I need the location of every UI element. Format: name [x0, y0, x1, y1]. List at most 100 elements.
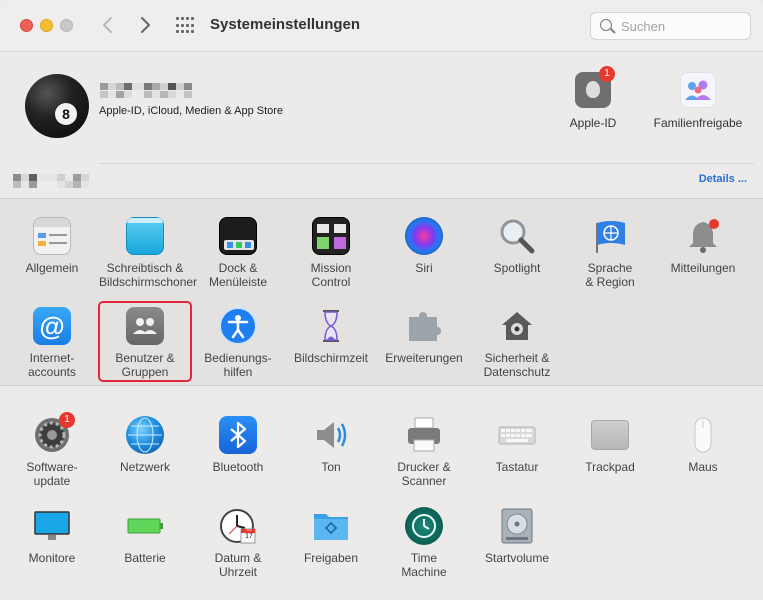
flag-globe-icon	[591, 217, 629, 255]
pane-label: Mitteilungen	[670, 261, 736, 275]
account-header: 8 Apple-ID, iCloud, Medien & App Store 1…	[0, 53, 763, 198]
apple-logo-icon: 1	[575, 66, 615, 108]
pane-mission-control[interactable]: Mission Control	[285, 217, 377, 289]
zoom-window-button[interactable]	[60, 19, 73, 32]
pane-label: Internet- accounts	[27, 351, 77, 379]
redacted-account-name	[100, 83, 192, 90]
apple-id-label: Apple-ID	[569, 116, 617, 130]
notification-badge: 1	[599, 66, 615, 82]
redacted-info-text-2	[13, 181, 89, 188]
family-sharing-label: Familienfreigabe	[653, 116, 743, 130]
pane-notifications[interactable]: Mitteilungen	[657, 217, 749, 275]
trackpad-icon	[591, 420, 629, 450]
time-machine-icon	[405, 507, 443, 545]
mouse-icon	[684, 416, 722, 454]
pane-time-machine[interactable]: Time Machine	[378, 507, 470, 579]
account-subtitle: Apple-ID, iCloud, Medien & App Store	[99, 105, 284, 117]
pane-date-time[interactable]: JUL 17 Datum & Uhrzeit	[192, 507, 284, 579]
pane-mouse[interactable]: Maus	[657, 416, 749, 474]
pane-keyboard[interactable]: Tastatur	[471, 416, 563, 474]
hard-drive-icon	[498, 507, 536, 545]
redacted-account-name-2	[100, 91, 192, 98]
pane-siri[interactable]: Siri	[378, 217, 470, 275]
pane-label: Dock & Menüleiste	[208, 261, 268, 289]
pane-label: Schreibtisch & Bildschirmschoner	[99, 261, 198, 289]
pane-desktop[interactable]: Schreibtisch & Bildschirmschoner	[99, 217, 198, 289]
pane-label: Freigaben	[303, 551, 359, 565]
pane-label: Batterie	[124, 551, 166, 565]
pane-accessibility[interactable]: Bedienungs- hilfen	[192, 307, 284, 379]
gear-icon: 1	[33, 412, 75, 454]
pane-battery[interactable]: Batterie	[99, 507, 191, 565]
pane-label: Allgemein	[25, 261, 79, 275]
pane-label: Time Machine	[401, 551, 447, 579]
calendar-day: 17	[245, 533, 253, 540]
forward-button[interactable]	[133, 13, 157, 37]
house-lock-icon	[498, 307, 536, 345]
pane-internet-accounts[interactable]: @ Internet- accounts	[6, 307, 98, 379]
pane-displays[interactable]: Monitore	[6, 507, 98, 565]
pane-dock[interactable]: Dock & Menüleiste	[192, 217, 284, 289]
bluetooth-icon	[219, 416, 257, 454]
pane-startup-disk[interactable]: Startvolume	[471, 507, 563, 565]
pane-label: Erweiterungen	[385, 351, 463, 365]
back-button[interactable]	[96, 13, 120, 37]
keyboard-icon	[498, 416, 536, 454]
personal-prefs-section: Allgemein Schreibtisch & Bildschirmschon…	[0, 198, 763, 386]
calendar-month: JUL	[246, 528, 252, 532]
hardware-prefs-section: 1 Software- update Netzwerk Bluetooth To…	[0, 387, 763, 600]
selection-highlight	[98, 301, 192, 382]
system-preferences-window: Systemeinstellungen 8 Apple-ID, iCloud, …	[0, 0, 763, 600]
pane-language-region[interactable]: Sprache & Region	[564, 217, 656, 289]
details-link[interactable]: Details ...	[699, 173, 747, 185]
pane-label: Datum & Uhrzeit	[214, 551, 262, 579]
pane-label: Mission Control	[310, 261, 352, 289]
pane-sound[interactable]: Ton	[285, 416, 377, 474]
at-sign-icon: @	[33, 307, 71, 345]
pane-extensions[interactable]: Erweiterungen	[378, 307, 470, 365]
pane-allgemein[interactable]: Allgemein	[6, 217, 98, 275]
general-window-icon	[33, 217, 71, 255]
shared-folder-icon	[312, 507, 350, 545]
search-field[interactable]	[590, 12, 751, 40]
mission-control-icon	[312, 217, 350, 255]
pane-printers-scanners[interactable]: Drucker & Scanner	[378, 416, 470, 488]
notification-badge: 1	[59, 412, 75, 428]
pane-network[interactable]: Netzwerk	[99, 416, 191, 474]
family-sharing-pane[interactable]: Familienfreigabe	[646, 72, 750, 130]
pane-security-privacy[interactable]: Sicherheit & Datenschutz	[471, 307, 563, 379]
search-input[interactable]	[621, 17, 741, 35]
pane-label: Ton	[321, 460, 341, 474]
minimize-window-button[interactable]	[40, 19, 53, 32]
magnifier-icon	[498, 217, 536, 255]
window-title: Systemeinstellungen	[210, 16, 361, 33]
toolbar: Systemeinstellungen	[0, 0, 763, 52]
chevron-left-icon	[103, 17, 112, 33]
speaker-icon	[312, 416, 350, 454]
desktop-icon	[126, 217, 164, 255]
monitor-icon	[33, 507, 71, 545]
apple-id-pane[interactable]: 1 Apple-ID	[562, 66, 624, 130]
close-window-button[interactable]	[20, 19, 33, 32]
pane-label: Software- update	[26, 460, 78, 488]
bell-icon	[684, 217, 722, 255]
pane-bluetooth[interactable]: Bluetooth	[192, 416, 284, 474]
pane-trackpad[interactable]: Trackpad	[564, 416, 656, 474]
pane-software-update[interactable]: 1 Software- update	[6, 412, 98, 488]
avatar[interactable]: 8	[25, 74, 89, 138]
chevron-right-icon	[141, 17, 150, 33]
printer-icon	[405, 416, 443, 454]
pane-sharing[interactable]: Freigaben	[285, 507, 377, 565]
pane-label: Monitore	[28, 551, 76, 565]
pane-label: Startvolume	[484, 551, 550, 565]
family-sharing-icon	[680, 72, 716, 108]
redacted-info-text	[13, 174, 89, 181]
pane-label: Bedienungs- hilfen	[204, 351, 272, 379]
pane-label: Trackpad	[585, 460, 635, 474]
pane-label: Bildschirmzeit	[293, 351, 368, 365]
pane-label: Sicherheit & Datenschutz	[483, 351, 551, 379]
pane-spotlight[interactable]: Spotlight	[471, 217, 563, 275]
hourglass-icon	[312, 307, 350, 345]
pane-screen-time[interactable]: Bildschirmzeit	[285, 307, 377, 365]
show-all-grid-button[interactable]	[176, 17, 194, 35]
